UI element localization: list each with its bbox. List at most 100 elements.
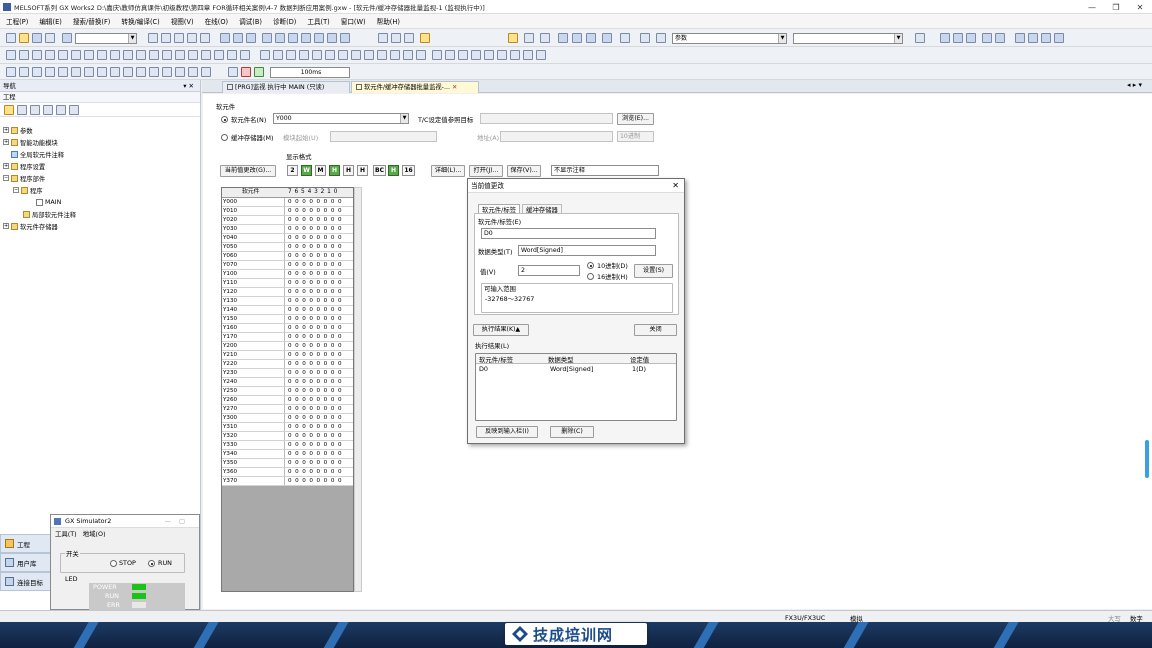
ladder-line-icon[interactable] — [123, 50, 133, 60]
toolbar-icon[interactable] — [540, 33, 550, 43]
verify-icon[interactable] — [404, 33, 414, 43]
ladder-line-icon[interactable] — [188, 50, 198, 60]
monitor-row[interactable]: Y050 0 0 0 0 0 0 0 0 — [222, 243, 353, 252]
ladder-edit-icon[interactable] — [351, 50, 361, 60]
monitor-row[interactable]: Y120 0 0 0 0 0 0 0 0 — [222, 288, 353, 297]
ladder-tool-icon[interactable] — [246, 33, 256, 43]
ladder-edit-icon[interactable] — [497, 50, 507, 60]
ladder-contact-icon[interactable] — [45, 50, 55, 60]
menu-compile[interactable]: 转换/编译(C) — [121, 16, 159, 26]
sfc-icon[interactable] — [6, 67, 16, 77]
sim-menu-tool[interactable]: 工具(T) — [55, 530, 77, 538]
ladder-edit-icon[interactable] — [299, 50, 309, 60]
toolbar-icon[interactable] — [1015, 33, 1025, 43]
monitor-row[interactable]: Y030 0 0 0 0 0 0 0 0 — [222, 225, 353, 234]
format-float-button[interactable]: H — [357, 165, 368, 176]
tab-close-icon[interactable]: ✕ — [452, 84, 457, 91]
toolbar-icon[interactable] — [602, 33, 612, 43]
toolbar-combo-2[interactable]: ▼ — [793, 33, 903, 44]
print-icon[interactable] — [45, 33, 55, 43]
monitor-row[interactable]: Y270 0 0 0 0 0 0 0 0 — [222, 405, 353, 414]
ladder-edit-icon[interactable] — [523, 50, 533, 60]
toolbar-icon[interactable] — [966, 33, 976, 43]
find-icon[interactable] — [656, 33, 666, 43]
restore-button[interactable]: ❐ — [1104, 0, 1128, 13]
reflect-to-input-button[interactable]: 反映到输入栏(I) — [476, 426, 538, 438]
tree-item-intelligent-module[interactable]: + 智能功能模块 — [3, 137, 58, 147]
monitor-row[interactable]: Y200 0 0 0 0 0 0 0 0 — [222, 342, 353, 351]
ladder-contact-icon[interactable] — [6, 50, 16, 60]
execution-result-toggle-button[interactable]: 执行结果(K)▲ — [473, 324, 529, 336]
monitor-row[interactable]: Y350 0 0 0 0 0 0 0 0 — [222, 459, 353, 468]
toolbar-icon[interactable] — [586, 33, 596, 43]
device-name-input[interactable]: Y000 ▼ — [273, 113, 409, 124]
collapse-icon[interactable]: − — [13, 187, 19, 193]
expand-icon[interactable]: + — [3, 139, 9, 145]
ladder-line-icon[interactable] — [240, 50, 250, 60]
menu-view[interactable]: 视图(V) — [171, 16, 194, 26]
ladder-contact-icon[interactable] — [32, 50, 42, 60]
ladder-tool-icon[interactable] — [288, 33, 298, 43]
sfc-icon[interactable] — [162, 67, 172, 77]
ladder-line-icon[interactable] — [149, 50, 159, 60]
monitor-row[interactable]: Y240 0 0 0 0 0 0 0 0 — [222, 378, 353, 387]
ladder-edit-icon[interactable] — [286, 50, 296, 60]
delete-button[interactable]: 删除(C) — [550, 426, 594, 438]
ladder-line-icon[interactable] — [162, 50, 172, 60]
ladder-line-icon[interactable] — [110, 50, 120, 60]
ladder-tool-icon[interactable] — [262, 33, 272, 43]
ladder-contact-icon[interactable] — [19, 50, 29, 60]
monitor-row[interactable]: Y370 0 0 0 0 0 0 0 0 — [222, 477, 353, 486]
monitor-row[interactable]: Y250 0 0 0 0 0 0 0 0 — [222, 387, 353, 396]
simulator-icon[interactable] — [420, 33, 430, 43]
toolbar-icon[interactable] — [1041, 33, 1051, 43]
monitor-row[interactable]: Y130 0 0 0 0 0 0 0 0 — [222, 297, 353, 306]
menu-project[interactable]: 工程(P) — [6, 16, 28, 26]
toolbar-icon[interactable] — [524, 33, 534, 43]
tab-batch-monitor[interactable]: 软元件/缓冲存储器批量监视-... ✕ — [351, 81, 479, 93]
toolbar-icon[interactable] — [940, 33, 950, 43]
format-hex-button[interactable]: H — [388, 165, 399, 176]
run-radio[interactable] — [148, 560, 155, 567]
sfc-icon[interactable] — [201, 67, 211, 77]
ladder-edit-icon[interactable] — [364, 50, 374, 60]
ladder-edit-icon[interactable] — [403, 50, 413, 60]
toolbar-icon[interactable] — [1028, 33, 1038, 43]
expand-icon[interactable]: + — [3, 163, 9, 169]
nav-button-project[interactable]: 工程 — [0, 534, 52, 553]
format-16bit-button[interactable]: H — [329, 165, 340, 176]
menu-find-replace[interactable]: 搜索/替换(F) — [73, 16, 111, 26]
ladder-edit-icon[interactable] — [471, 50, 481, 60]
sfc-icon[interactable] — [97, 67, 107, 77]
collapse-icon[interactable]: − — [3, 175, 9, 181]
monitor-row[interactable]: Y060 0 0 0 0 0 0 0 0 — [222, 252, 353, 261]
monitor-start-icon[interactable] — [228, 67, 238, 77]
ladder-edit-icon[interactable] — [338, 50, 348, 60]
sfc-icon[interactable] — [19, 67, 29, 77]
close-button[interactable]: ✕ — [1128, 0, 1152, 13]
current-value-change-button[interactable]: 当前值更改(G)... — [220, 165, 276, 177]
data-type-select[interactable]: Word[Signed] — [518, 245, 656, 256]
ladder-tool-icon[interactable] — [233, 33, 243, 43]
toolbar-icon[interactable] — [640, 33, 650, 43]
new-icon[interactable] — [6, 33, 16, 43]
paste-icon[interactable] — [174, 33, 184, 43]
ladder-edit-icon[interactable] — [312, 50, 322, 60]
minimize-button[interactable]: — — [1080, 0, 1104, 13]
ladder-tool-icon[interactable] — [340, 33, 350, 43]
ladder-tool-icon[interactable] — [314, 33, 324, 43]
sfc-icon[interactable] — [58, 67, 68, 77]
copy-icon[interactable] — [161, 33, 171, 43]
monitor-row[interactable]: Y140 0 0 0 0 0 0 0 0 — [222, 306, 353, 315]
save-button[interactable]: 保存(V)... — [507, 165, 541, 177]
monitor-row[interactable]: Y100 0 0 0 0 0 0 0 0 — [222, 270, 353, 279]
monitor-row[interactable]: Y260 0 0 0 0 0 0 0 0 — [222, 396, 353, 405]
grid-scrollbar[interactable] — [354, 187, 362, 592]
ladder-edit-icon[interactable] — [377, 50, 387, 60]
sfc-icon[interactable] — [71, 67, 81, 77]
stop-icon[interactable] — [241, 67, 251, 77]
ladder-edit-icon[interactable] — [260, 50, 270, 60]
ladder-edit-icon[interactable] — [273, 50, 283, 60]
sfc-icon[interactable] — [123, 67, 133, 77]
ladder-line-icon[interactable] — [97, 50, 107, 60]
